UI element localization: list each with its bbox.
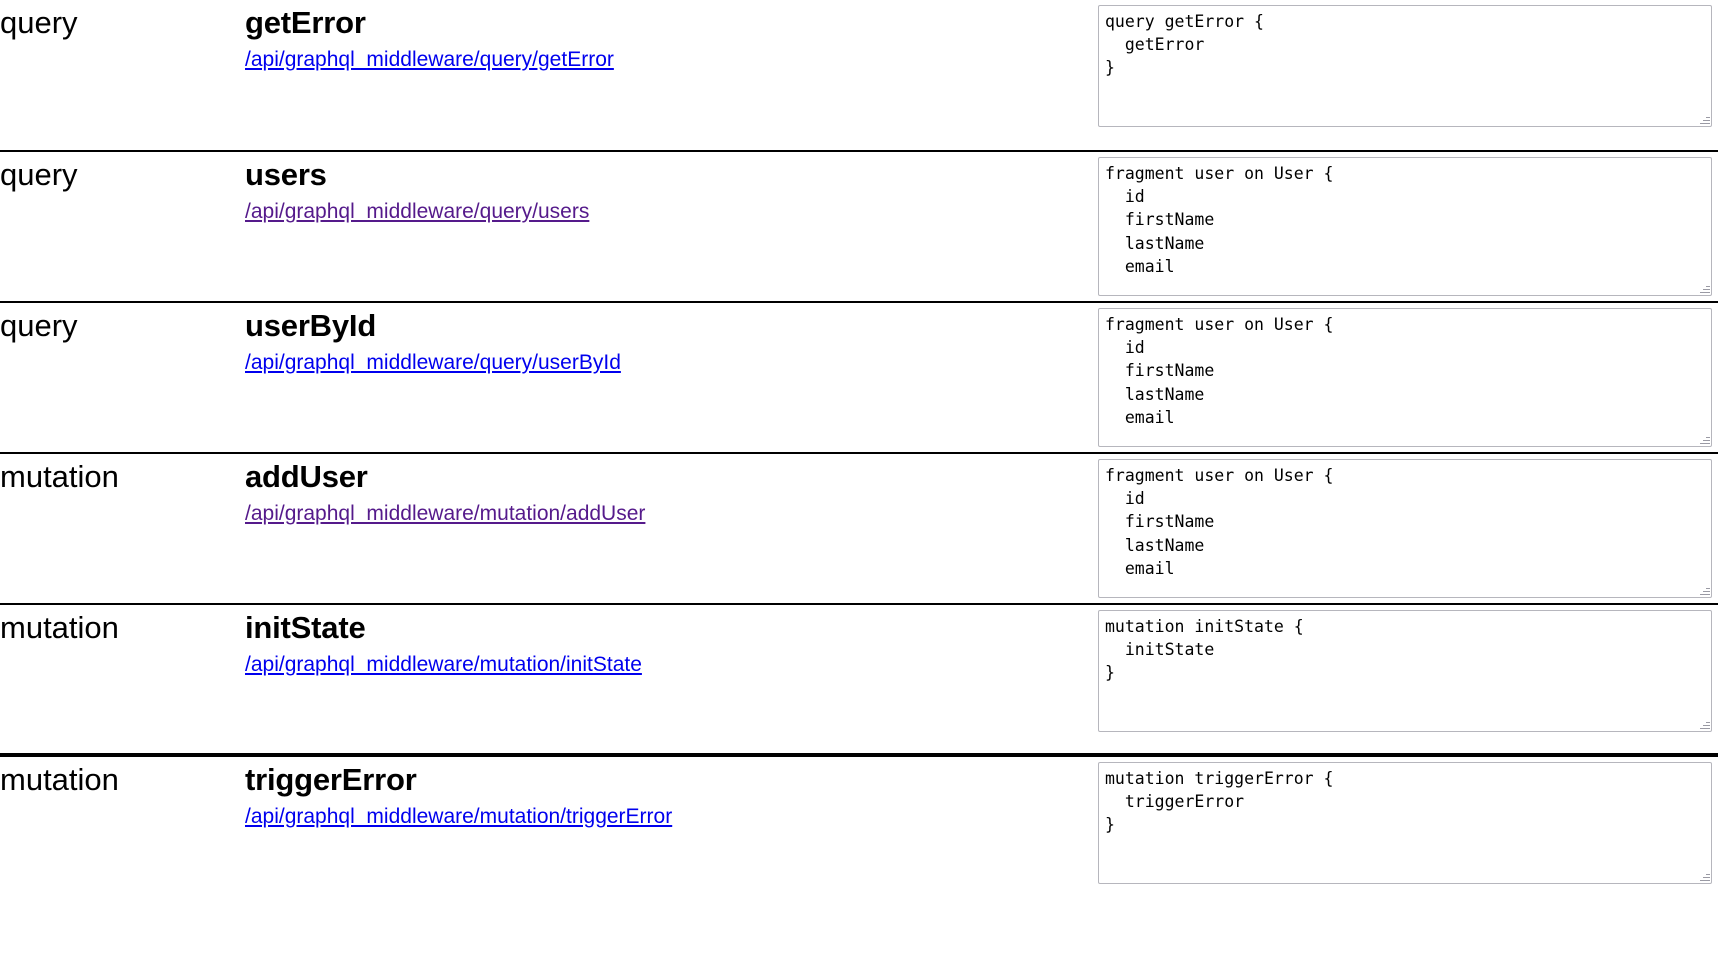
operation-type-label: mutation — [0, 459, 119, 494]
operation-url-link[interactable]: /api/graphql_middleware/mutation/trigger… — [245, 805, 672, 829]
operation-code-wrapper — [1098, 610, 1712, 732]
graphql-query-textarea[interactable] — [1098, 762, 1712, 884]
operation-type-label: mutation — [0, 610, 119, 645]
graphql-query-textarea[interactable] — [1098, 157, 1712, 296]
operation-name: initState — [245, 610, 366, 645]
operation-name: users — [245, 157, 327, 192]
graphql-query-textarea[interactable] — [1098, 610, 1712, 732]
operation-type-label: mutation — [0, 762, 119, 797]
operation-name: userById — [245, 308, 377, 343]
operation-row: mutation initState /api/graphql_middlewa… — [0, 605, 1718, 757]
operation-row: query users /api/graphql_middleware/quer… — [0, 152, 1718, 303]
operation-name: addUser — [245, 459, 368, 494]
operation-type-label: query — [0, 5, 78, 40]
operation-row: query userById /api/graphql_middleware/q… — [0, 303, 1718, 454]
operation-name: getError — [245, 5, 366, 40]
graphql-query-textarea[interactable] — [1098, 459, 1712, 598]
graphql-operations-page: query getError /api/graphql_middleware/q… — [0, 0, 1718, 967]
graphql-query-textarea[interactable] — [1098, 5, 1712, 127]
operation-row: mutation triggerError /api/graphql_middl… — [0, 757, 1718, 914]
operation-details: userById /api/graphql_middleware/query/u… — [245, 308, 621, 375]
operation-row: mutation addUser /api/graphql_middleware… — [0, 454, 1718, 605]
operation-type-label: query — [0, 157, 78, 192]
operation-url-link[interactable]: /api/graphql_middleware/mutation/initSta… — [245, 653, 642, 677]
operation-url-link[interactable]: /api/graphql_middleware/query/users — [245, 200, 589, 224]
operation-url-link[interactable]: /api/graphql_middleware/query/getError — [245, 48, 614, 72]
operation-code-wrapper — [1098, 762, 1712, 884]
operation-details: users /api/graphql_middleware/query/user… — [245, 157, 589, 224]
graphql-query-textarea[interactable] — [1098, 308, 1712, 447]
operation-code-wrapper — [1098, 5, 1712, 127]
operation-details: addUser /api/graphql_middleware/mutation… — [245, 459, 645, 526]
operation-details: getError /api/graphql_middleware/query/g… — [245, 5, 614, 72]
operation-code-wrapper — [1098, 308, 1712, 447]
operation-row: query getError /api/graphql_middleware/q… — [0, 0, 1718, 152]
operation-code-wrapper — [1098, 459, 1712, 598]
operation-type-label: query — [0, 308, 78, 343]
operation-url-link[interactable]: /api/graphql_middleware/query/userById — [245, 351, 621, 375]
operation-details: initState /api/graphql_middleware/mutati… — [245, 610, 642, 677]
operation-details: triggerError /api/graphql_middleware/mut… — [245, 762, 672, 829]
operation-code-wrapper — [1098, 157, 1712, 296]
operation-url-link[interactable]: /api/graphql_middleware/mutation/addUser — [245, 502, 645, 526]
operation-name: triggerError — [245, 762, 417, 797]
